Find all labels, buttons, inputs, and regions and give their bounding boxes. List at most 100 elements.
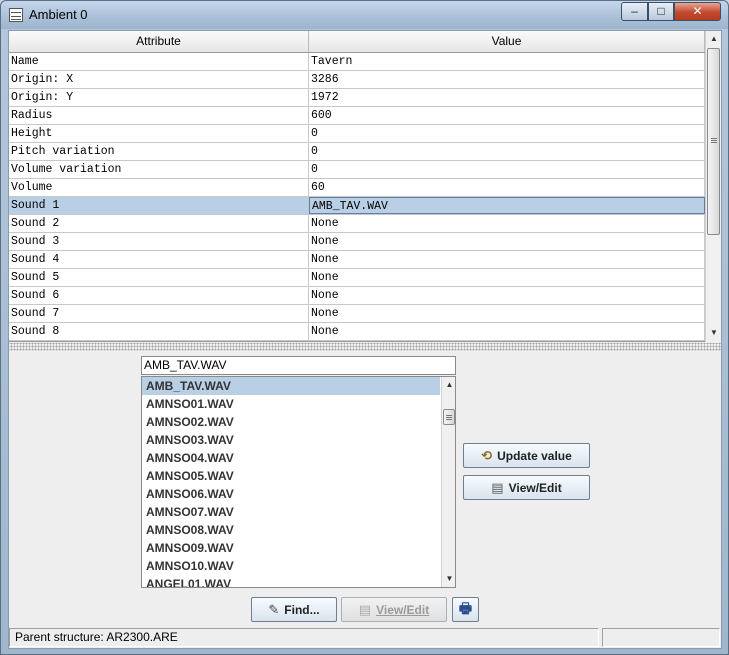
value-cell[interactable]: 0 — [309, 125, 705, 142]
attribute-cell[interactable]: Volume variation — [9, 161, 309, 178]
attribute-cell[interactable]: Volume — [9, 179, 309, 196]
attribute-cell[interactable]: Sound 8 — [9, 323, 309, 340]
table-row[interactable]: Sound 5 None — [9, 269, 705, 287]
list-scrollbar[interactable]: ▲ ▼ — [441, 377, 455, 587]
scroll-down-arrow-icon[interactable]: ▼ — [706, 325, 722, 341]
value-cell[interactable]: None — [309, 287, 705, 304]
editor-view-edit-button[interactable]: ▤ View/Edit — [463, 475, 590, 500]
attribute-cell[interactable]: Name — [9, 53, 309, 70]
list-item[interactable]: AMNSO04.WAV — [142, 449, 440, 467]
attribute-cell[interactable]: Pitch variation — [9, 143, 309, 160]
close-button[interactable]: ✕ — [674, 2, 721, 21]
table-row[interactable]: Sound 6 None — [9, 287, 705, 305]
list-item[interactable]: AMNSO08.WAV — [142, 521, 440, 539]
list-item[interactable]: AMNSO05.WAV — [142, 467, 440, 485]
table-row[interactable]: Height 0 — [9, 125, 705, 143]
list-item[interactable]: AMNSO03.WAV — [142, 431, 440, 449]
window-title: Ambient 0 — [29, 7, 88, 22]
attribute-cell[interactable]: Origin: Y — [9, 89, 309, 106]
value-cell[interactable]: 600 — [309, 107, 705, 124]
table-scroll-thumb[interactable] — [707, 48, 720, 235]
list-item[interactable]: AMNSO02.WAV — [142, 413, 440, 431]
attribute-cell[interactable]: Sound 4 — [9, 251, 309, 268]
table-scrollbar[interactable]: ▲ ▼ — [705, 31, 721, 342]
status-field-empty — [602, 628, 720, 647]
value-cell[interactable]: None — [309, 305, 705, 322]
value-cell[interactable]: 3286 — [309, 71, 705, 88]
find-button[interactable]: ✎ Find... — [251, 597, 337, 622]
attribute-cell[interactable]: Sound 7 — [9, 305, 309, 322]
table-row[interactable]: Sound 8 None — [9, 323, 705, 341]
view-edit-label: View/Edit — [376, 602, 430, 617]
value-cell[interactable]: None — [309, 323, 705, 340]
attribute-cell[interactable]: Sound 6 — [9, 287, 309, 304]
window-client-area: Attribute Value Name Tavern Origin: X 3286 O… — [8, 30, 722, 649]
table-body: Name Tavern Origin: X 3286 Origin: Y 1972 Radi… — [9, 53, 705, 341]
view-edit-button[interactable]: ▤ View/Edit — [341, 597, 447, 622]
update-value-button[interactable]: ⟲ Update value — [463, 443, 590, 468]
title-bar[interactable]: Ambient 0 – □ ✕ — [1, 1, 728, 29]
minimize-button[interactable]: – — [621, 2, 648, 21]
table-row[interactable]: Volume 60 — [9, 179, 705, 197]
value-text-field[interactable]: AMB_TAV.WAV — [141, 356, 456, 375]
attribute-cell[interactable]: Sound 5 — [9, 269, 309, 286]
maximize-button[interactable]: □ — [648, 2, 674, 21]
attribute-cell[interactable]: Height — [9, 125, 309, 142]
table-row[interactable]: Origin: Y 1972 — [9, 89, 705, 107]
value-cell[interactable]: None — [309, 215, 705, 232]
value-cell[interactable]: None — [309, 233, 705, 250]
list-scroll-down-arrow-icon[interactable]: ▼ — [442, 571, 455, 587]
update-value-label: Update value — [497, 448, 572, 463]
printer-icon: 🖶 — [458, 599, 473, 616]
list-item[interactable]: AMB_TAV.WAV — [142, 377, 440, 395]
attribute-cell[interactable]: Radius — [9, 107, 309, 124]
table-row[interactable]: Origin: X 3286 — [9, 71, 705, 89]
find-label: Find... — [284, 602, 320, 617]
status-bar: Parent structure: AR2300.ARE — [9, 627, 721, 649]
scroll-up-arrow-icon[interactable]: ▲ — [706, 31, 722, 47]
value-cell[interactable]: 1972 — [309, 89, 705, 106]
attribute-cell[interactable]: Origin: X — [9, 71, 309, 88]
table-row[interactable]: Radius 600 — [9, 107, 705, 125]
value-cell[interactable]: 0 — [309, 161, 705, 178]
attribute-cell[interactable]: Sound 1 — [9, 197, 309, 214]
split-pane-divider[interactable] — [9, 343, 721, 351]
document-icon: ▤ — [358, 601, 372, 617]
table-row[interactable]: Sound 4 None — [9, 251, 705, 269]
ambient-window: Ambient 0 – □ ✕ Attribute Value Name Tave… — [0, 0, 729, 655]
list-item[interactable]: AMNSO07.WAV — [142, 503, 440, 521]
attribute-table: Attribute Value Name Tavern Origin: X 3286 O… — [9, 31, 721, 342]
value-cell[interactable]: None — [309, 269, 705, 286]
table-row[interactable]: Volume variation 0 — [9, 161, 705, 179]
list-item[interactable]: ANGEL01.WAV — [142, 575, 440, 587]
list-scroll-up-arrow-icon[interactable]: ▲ — [442, 377, 455, 393]
list-item[interactable]: AMNSO06.WAV — [142, 485, 440, 503]
table-row[interactable]: Sound 2 None — [9, 215, 705, 233]
list-item[interactable]: AMNSO01.WAV — [142, 395, 440, 413]
table-row[interactable]: Name Tavern — [9, 53, 705, 71]
value-cell[interactable]: 0 — [309, 143, 705, 160]
table-row[interactable]: Sound 3 None — [9, 233, 705, 251]
table-header: Attribute Value — [9, 31, 705, 53]
editor-view-edit-label: View/Edit — [508, 480, 562, 495]
column-header-attribute[interactable]: Attribute — [9, 31, 309, 52]
list-item[interactable]: AMNSO10.WAV — [142, 557, 440, 575]
value-cell[interactable]: None — [309, 251, 705, 268]
window-icon — [9, 8, 23, 22]
refresh-icon: ⟲ — [481, 447, 493, 463]
document-icon: ▤ — [491, 479, 504, 495]
find-wand-icon: ✎ — [268, 601, 280, 617]
column-header-value[interactable]: Value — [309, 31, 705, 52]
list-item[interactable]: AMNSO09.WAV — [142, 539, 440, 557]
value-cell[interactable]: AMB_TAV.WAV — [309, 197, 705, 214]
value-cell[interactable]: 60 — [309, 179, 705, 196]
table-row[interactable]: Pitch variation 0 — [9, 143, 705, 161]
attribute-cell[interactable]: Sound 3 — [9, 233, 309, 250]
value-cell[interactable]: Tavern — [309, 53, 705, 70]
list-scroll-thumb[interactable] — [443, 409, 455, 425]
print-button[interactable]: 🖶 — [452, 597, 479, 622]
sound-file-list[interactable]: AMB_TAV.WAV AMNSO01.WAV AMNSO02.WAV AMNSO03… — [141, 376, 456, 588]
table-row[interactable]: Sound 1 AMB_TAV.WAV — [9, 197, 705, 215]
attribute-cell[interactable]: Sound 2 — [9, 215, 309, 232]
table-row[interactable]: Sound 7 None — [9, 305, 705, 323]
